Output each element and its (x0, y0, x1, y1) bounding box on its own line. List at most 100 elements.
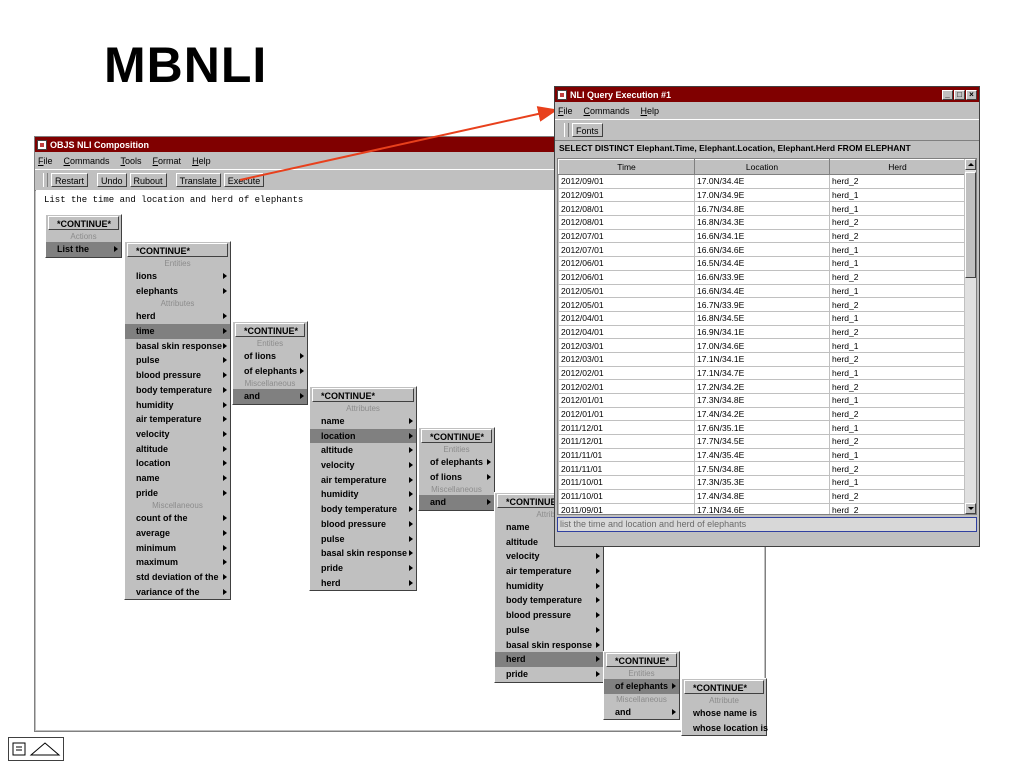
table-cell: herd_2 (829, 351, 966, 367)
table-cell: 2012/07/01 (558, 228, 695, 244)
table-cell: 2011/09/01 (558, 502, 695, 514)
table-cell: herd_2 (829, 502, 966, 514)
toolbar-grip-icon[interactable] (564, 123, 569, 137)
scroll-down-icon[interactable] (965, 503, 976, 514)
sql-statement: SELECT DISTINCT Elephant.Time, Elephant.… (559, 143, 911, 153)
table-cell: herd_1 (829, 447, 966, 463)
table-cell: 17.1N/34.1E (694, 351, 830, 367)
maximize-icon[interactable]: □ (954, 89, 965, 100)
results-scrollbar[interactable] (964, 159, 976, 514)
table-cell: herd_1 (829, 201, 966, 217)
query-window: NLI Query Execution #1 _ □ × File Comman… (554, 86, 980, 547)
table-cell: 17.1N/34.6E (694, 502, 830, 514)
table-cell: herd_2 (829, 324, 966, 340)
table-row[interactable]: 2012/08/01 16.7N/34.8E herd_1 (558, 201, 966, 217)
table-row[interactable]: 2011/09/01 17.1N/34.6E herd_2 (558, 502, 966, 514)
table-row[interactable]: 2012/05/01 16.7N/33.9E herd_2 (558, 297, 966, 312)
table-cell: herd_1 (829, 393, 966, 408)
table-cell: 16.6N/33.9E (694, 269, 830, 285)
close-icon[interactable]: × (966, 89, 977, 100)
table-cell: herd_2 (829, 461, 966, 477)
scroll-up-icon[interactable] (965, 159, 976, 170)
table-row[interactable]: 2011/10/01 17.3N/35.3E herd_1 (558, 475, 966, 490)
query-menubar: File Commands Help (555, 102, 979, 119)
minimize-icon[interactable]: _ (942, 89, 953, 100)
table-cell: 2012/05/01 (558, 297, 695, 312)
table-cell: 2012/02/01 (558, 379, 695, 394)
table-cell: 17.5N/34.8E (694, 461, 830, 477)
table-cell: herd_2 (829, 215, 966, 230)
table-row[interactable]: 2011/12/01 17.7N/34.5E herd_2 (558, 434, 966, 449)
table-cell: 2012/08/01 (558, 201, 695, 217)
table-cell: 17.6N/35.1E (694, 420, 830, 436)
table-row[interactable]: 2012/01/01 17.3N/34.8E herd_1 (558, 393, 966, 408)
table-cell: 16.6N/34.1E (694, 228, 830, 244)
column-header-location[interactable]: Location (694, 159, 830, 175)
table-row[interactable]: 2012/07/01 16.6N/34.6E herd_1 (558, 242, 966, 258)
table-cell: 2012/05/01 (558, 283, 695, 299)
table-row[interactable]: 2012/04/01 16.9N/34.1E herd_2 (558, 324, 966, 340)
table-cell: 2012/03/01 (558, 338, 695, 353)
slide-notes-icon[interactable] (8, 737, 64, 761)
query-menu-file[interactable]: File (558, 106, 573, 116)
table-cell: 2012/08/01 (558, 215, 695, 230)
table-cell: 16.8N/34.5E (694, 310, 830, 326)
query-titlebar[interactable]: NLI Query Execution #1 _ □ × (555, 87, 979, 102)
table-cell: 2011/10/01 (558, 488, 695, 504)
table-cell: 16.9N/34.1E (694, 324, 830, 340)
table-cell: 16.7N/34.8E (694, 201, 830, 217)
table-cell: 17.0N/34.6E (694, 338, 830, 353)
table-row[interactable]: 2012/04/01 16.8N/34.5E herd_1 (558, 310, 966, 326)
table-row[interactable]: 2012/09/01 17.0N/34.9E herd_1 (558, 187, 966, 203)
table-cell: 2012/04/01 (558, 324, 695, 340)
table-cell: 17.1N/34.7E (694, 365, 830, 381)
table-cell: 2012/01/01 (558, 393, 695, 408)
fonts-button[interactable]: Fonts (572, 123, 603, 137)
scroll-thumb[interactable] (965, 172, 976, 278)
table-row[interactable]: 2012/03/01 17.0N/34.6E herd_1 (558, 338, 966, 353)
table-cell: herd_1 (829, 475, 966, 490)
table-row[interactable]: 2012/02/01 17.1N/34.7E herd_1 (558, 365, 966, 381)
table-cell: 16.8N/34.3E (694, 215, 830, 230)
table-cell: 2012/09/01 (558, 187, 695, 203)
table-cell: 16.6N/34.6E (694, 242, 830, 258)
table-cell: 2011/11/01 (558, 447, 695, 463)
column-header-time[interactable]: Time (558, 159, 695, 175)
table-row[interactable]: 2012/07/01 16.6N/34.1E herd_2 (558, 228, 966, 244)
table-row[interactable]: 2011/11/01 17.5N/34.8E herd_2 (558, 461, 966, 477)
query-menu-commands[interactable]: Commands (584, 106, 630, 116)
query-text-field[interactable]: list the time and location and herd of e… (557, 517, 977, 532)
table-row[interactable]: 2011/11/01 17.4N/35.4E herd_1 (558, 447, 966, 463)
table-cell: 2012/09/01 (558, 174, 695, 189)
table-cell: 2012/03/01 (558, 351, 695, 367)
table-row[interactable]: 2012/02/01 17.2N/34.2E herd_2 (558, 379, 966, 394)
column-header-herd[interactable]: Herd (829, 159, 966, 175)
table-cell: herd_1 (829, 242, 966, 258)
query-menu-help[interactable]: Help (641, 106, 660, 116)
table-row[interactable]: 2011/10/01 17.4N/34.8E herd_2 (558, 488, 966, 504)
table-cell: herd_2 (829, 297, 966, 312)
table-row[interactable]: 2011/12/01 17.6N/35.1E herd_1 (558, 420, 966, 436)
table-row[interactable]: 2012/01/01 17.4N/34.2E herd_2 (558, 406, 966, 422)
table-row[interactable]: 2012/06/01 16.5N/34.4E herd_1 (558, 256, 966, 271)
table-cell: herd_2 (829, 269, 966, 285)
table-row[interactable]: 2012/09/01 17.0N/34.4E herd_2 (558, 174, 966, 189)
table-row[interactable]: 2012/06/01 16.6N/33.9E herd_2 (558, 269, 966, 285)
table-cell: 17.7N/34.5E (694, 434, 830, 449)
table-cell: 2012/02/01 (558, 365, 695, 381)
table-cell: 17.0N/34.4E (694, 174, 830, 189)
table-cell: 17.3N/35.3E (694, 475, 830, 490)
table-cell: 2011/11/01 (558, 461, 695, 477)
table-cell: 2012/04/01 (558, 310, 695, 326)
java-app-icon (557, 89, 567, 100)
table-cell: 2012/06/01 (558, 256, 695, 271)
table-cell: 17.3N/34.8E (694, 393, 830, 408)
results-table: Time Location Herd 2012/09/01 17.0N/34.4E… (557, 158, 977, 515)
table-cell: 2012/06/01 (558, 269, 695, 285)
table-row[interactable]: 2012/08/01 16.8N/34.3E herd_2 (558, 215, 966, 230)
table-row[interactable]: 2012/03/01 17.1N/34.1E herd_2 (558, 351, 966, 367)
table-cell: herd_2 (829, 228, 966, 244)
table-cell: herd_2 (829, 406, 966, 422)
table-row[interactable]: 2012/05/01 16.6N/34.4E herd_1 (558, 283, 966, 299)
table-cell: 17.2N/34.2E (694, 379, 830, 394)
